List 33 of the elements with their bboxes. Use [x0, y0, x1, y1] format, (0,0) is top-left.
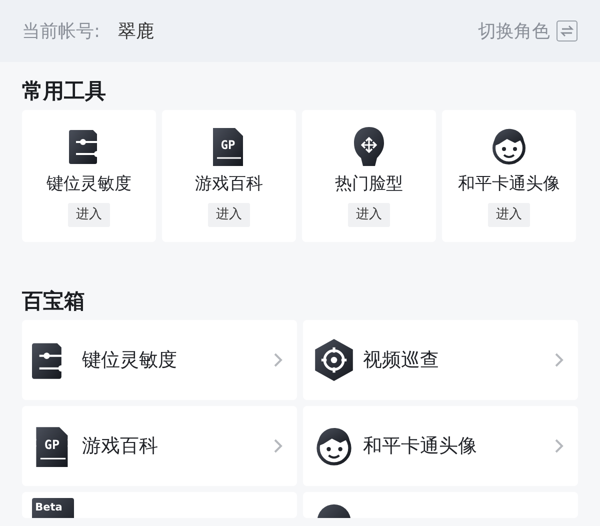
- tool-label: 游戏百科: [82, 434, 158, 459]
- chevron-icon: [273, 438, 283, 454]
- tool-row[interactable]: 和平卡通头像: [303, 406, 578, 486]
- account-label: 当前帐号:: [22, 20, 100, 44]
- enter-button[interactable]: 进入: [348, 203, 390, 226]
- enter-button[interactable]: 进入: [488, 203, 530, 226]
- chevron-icon: [554, 352, 564, 368]
- tool-card[interactable]: 键位灵敏度 进入: [22, 110, 156, 242]
- tool-label: 视频巡查: [363, 348, 439, 373]
- tool-label: 键位灵敏度: [82, 348, 177, 373]
- beta-icon: Beta: [32, 498, 74, 518]
- enter-button[interactable]: 进入: [68, 203, 110, 226]
- chevron-icon: [554, 438, 564, 454]
- tool-row[interactable]: Beta: [22, 492, 297, 518]
- tool-row[interactable]: 视频巡查: [303, 320, 578, 400]
- enter-button[interactable]: 进入: [208, 203, 250, 226]
- tool-card[interactable]: 和平卡通头像 进入: [442, 110, 576, 242]
- tool-label: 游戏百科: [195, 172, 263, 196]
- target-icon: [313, 339, 355, 381]
- tool-label: 和平卡通头像: [458, 172, 560, 196]
- tool-row[interactable]: [303, 492, 578, 518]
- tool-card[interactable]: 热门脸型 进入: [302, 110, 436, 242]
- tool-label: 热门脸型: [335, 172, 403, 196]
- tool-label: 键位灵敏度: [46, 172, 132, 196]
- section-title: 百宝箱: [21, 288, 86, 315]
- tool-row[interactable]: GP 游戏百科: [22, 406, 297, 486]
- tool-row[interactable]: 键位灵敏度: [22, 320, 297, 400]
- account-name: 翠鹿: [118, 20, 154, 44]
- chevron-icon: [273, 352, 283, 368]
- tool-label: 和平卡通头像: [363, 434, 477, 459]
- tool-card[interactable]: GP 游戏百科 进入: [162, 110, 296, 242]
- section-title: 常用工具: [21, 78, 107, 105]
- switch-icon[interactable]: [556, 20, 578, 42]
